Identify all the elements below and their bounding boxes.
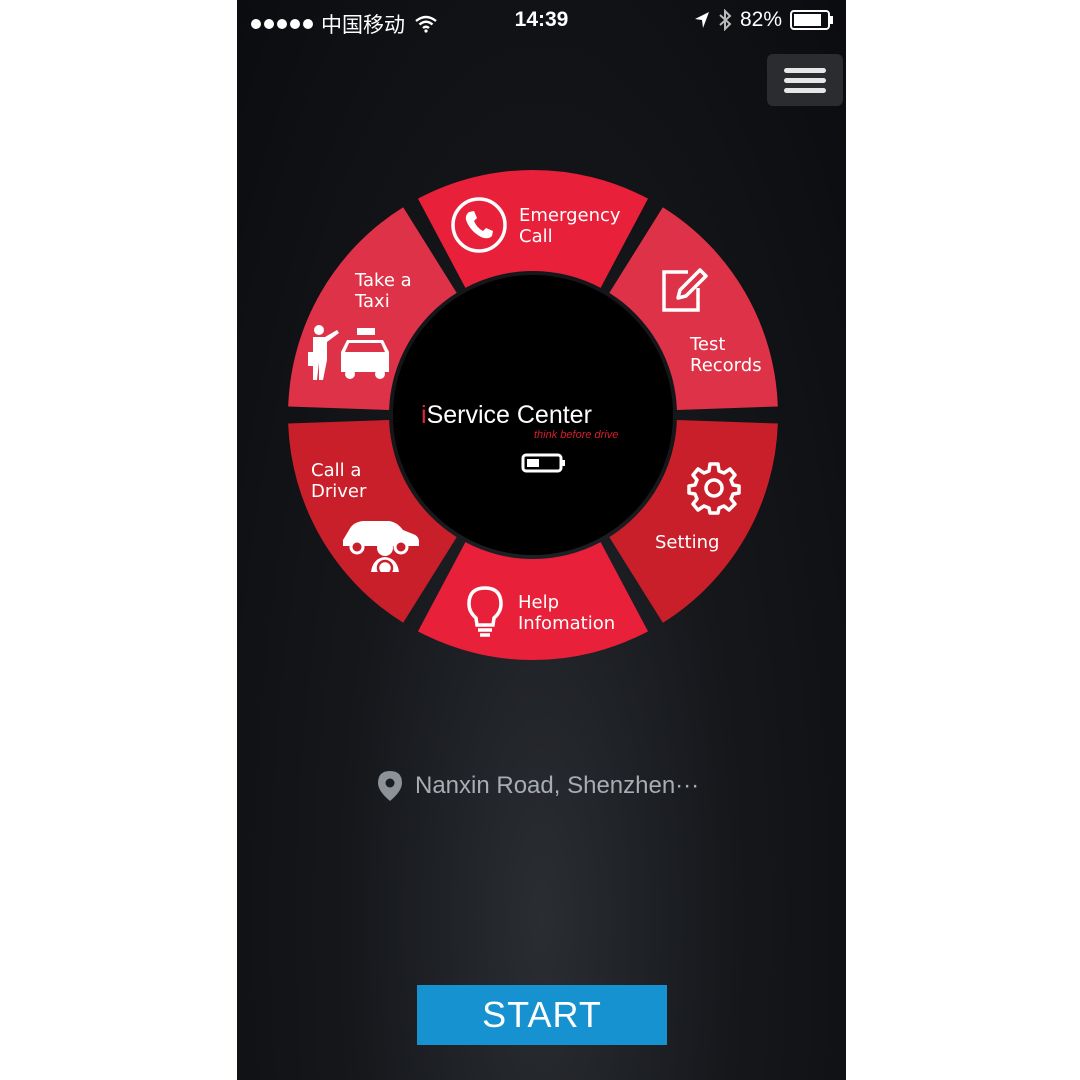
current-location[interactable]: Nanxin Road, Shenzhen···	[377, 770, 699, 802]
segment-label: Records	[690, 355, 762, 376]
segment-label: Test	[690, 334, 726, 355]
segment-label: Take a	[355, 270, 412, 291]
segment-label: Emergency	[519, 205, 621, 226]
lightbulb-icon	[467, 586, 503, 637]
car-driver-icon	[343, 521, 419, 577]
segment-label: Call	[519, 226, 553, 247]
taxi-icon	[308, 325, 389, 380]
phone-icon	[451, 197, 507, 253]
location-text: Nanxin Road, Shenzhen···	[415, 772, 700, 799]
gear-icon	[687, 462, 741, 515]
location-pin-icon	[378, 771, 402, 801]
center-tagline: think before drive	[534, 429, 619, 441]
segment-label: Infomation	[518, 613, 616, 634]
service-wheel: Emergency Call Test Records Setting Help…	[237, 0, 846, 800]
segment-label: Setting	[655, 532, 720, 553]
segment-label: Driver	[311, 481, 367, 502]
battery-low-icon	[521, 453, 565, 473]
phone-screen: 中国移动 14:39 82% Emergency Call Test Recor…	[237, 0, 846, 1080]
center-title-text: Service Center	[426, 401, 592, 429]
center-title: iService Center	[417, 400, 647, 432]
segment-label: Taxi	[355, 291, 390, 312]
edit-icon	[662, 268, 708, 312]
start-button[interactable]: START	[417, 985, 667, 1045]
segment-label: Help	[518, 592, 560, 613]
segment-label: Call a	[311, 460, 362, 481]
